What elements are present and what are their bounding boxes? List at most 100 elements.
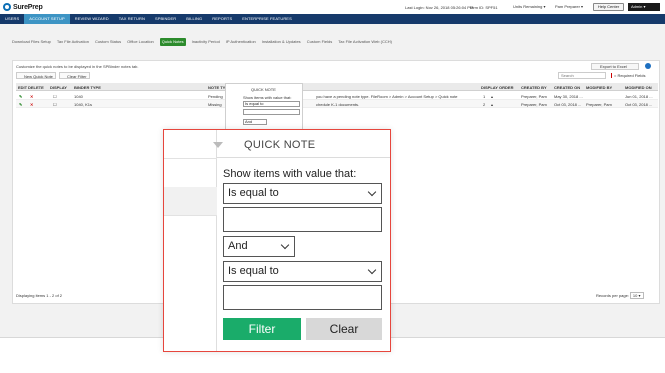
subtab-download-files-setup[interactable]: Download Files Setup [12, 38, 51, 46]
main-nav: USERS ACCOUNT SETUP REVIEW WIZARD TAX RETUR… [0, 14, 665, 24]
column-header[interactable]: MODIFIED ON [625, 85, 652, 90]
subtab-ip-authentication[interactable]: IP Authentication [226, 38, 256, 46]
filter-value-input-1[interactable] [223, 207, 382, 232]
created-by-cell: Preparer, Pam [521, 102, 547, 107]
column-header[interactable]: BINDER TYPE [74, 85, 101, 90]
units-remaining-dropdown[interactable]: Units Remaining ▾ [513, 4, 546, 9]
display-checkbox[interactable]: ☐ [53, 102, 57, 107]
column-header[interactable]: DISPLAY ORDER [481, 85, 513, 90]
subtab-inactivity-period[interactable]: Inactivity Period [192, 38, 220, 46]
filter-icon[interactable] [213, 142, 223, 148]
operator-2-value: Is equal to [228, 265, 279, 277]
table-row: ✎ ✕ ☐ 1040 Pending you have a pending note ty… [16, 92, 658, 100]
delete-icon[interactable]: ✕ [30, 94, 33, 99]
chevron-down-icon [280, 240, 290, 250]
clear-button[interactable]: Clear [306, 318, 382, 340]
table-row: ✎ ✕ ☐ 1040, K1s Missing chedule K-1 documents… [16, 100, 658, 108]
modified-on-cell: Oct 03, 2018 ... [625, 102, 653, 107]
records-per-page: Records per page: 10 ▾ [596, 292, 644, 299]
chevron-down-icon: ▾ [643, 4, 646, 9]
subtab-office-location[interactable]: Office Location [127, 38, 154, 46]
modified-on-cell: Jun 01, 2018 ... [625, 94, 653, 99]
sureprep-logo[interactable]: SurePrep [3, 3, 43, 11]
mini-logic-value: And [245, 119, 253, 124]
required-fields-note: = Required Fields [611, 73, 645, 78]
logo-text: SurePrep [13, 3, 43, 11]
filter-value-input-2[interactable] [223, 285, 382, 310]
divider [164, 158, 217, 159]
mini-logic-select[interactable]: And [243, 119, 267, 125]
logic-select[interactable]: And [223, 236, 295, 257]
zoomed-filter-popup: QUICK NOTE Show items with value that: I… [163, 129, 391, 352]
zoom-left-column [164, 130, 217, 351]
role-label: Pam Preparer [555, 4, 580, 9]
mini-operator-value: Is equal to [245, 101, 264, 106]
clear-filter-label: Clear Filter [67, 74, 87, 79]
help-center-button[interactable]: Help Center [593, 3, 624, 11]
export-label: Export to Excel [600, 64, 627, 69]
filter-button[interactable]: Filter [223, 318, 301, 340]
operator-1-value: Is equal to [228, 187, 279, 199]
new-quick-note-button[interactable]: New Quick Note [16, 72, 56, 79]
operator-select-2[interactable]: Is equal to [223, 261, 382, 282]
row-shade [164, 187, 217, 215]
display-order-cell: 2 [483, 102, 486, 107]
column-header[interactable]: EDIT [18, 85, 27, 90]
nav-item-users[interactable]: USERS [0, 14, 24, 24]
admin-dropdown[interactable]: Admin ▾ [628, 3, 660, 11]
nav-item-review-wizard[interactable]: REVIEW WIZARD [70, 14, 114, 24]
search-input[interactable]: Search [558, 72, 606, 79]
column-header[interactable]: CREATED BY [521, 85, 547, 90]
nav-item-spbinder[interactable]: SPBINDER [150, 14, 181, 24]
note-type-cell: Missing [208, 102, 222, 107]
order-marker: ▴ [491, 102, 494, 107]
subtab-custom-status[interactable]: Custom Status [95, 38, 121, 46]
records-per-page-label: Records per page: [596, 293, 629, 298]
info-icon[interactable] [645, 63, 651, 69]
account-setup-subtabs: Download Files Setup Tax File Activation C… [12, 38, 398, 46]
nav-item-enterprise-features[interactable]: ENTERPRISE FEATURES [237, 14, 297, 24]
subtab-quick-notes[interactable]: Quick Notes [159, 38, 186, 46]
display-order-cell: 1 [483, 94, 486, 99]
units-remaining-label: Units Remaining [513, 4, 543, 9]
edit-icon[interactable]: ✎ [19, 102, 22, 107]
column-header[interactable]: MODIFIED BY [586, 85, 612, 90]
subtab-tax-file-activation[interactable]: Tax File Activation [57, 38, 89, 46]
subtab-tax-file-activation-web-cch-[interactable]: Tax File Activation Web (CCH) [338, 38, 392, 46]
delete-icon[interactable]: ✕ [30, 102, 33, 107]
clear-filter-button[interactable]: Clear Filter [59, 72, 90, 79]
operator-select-1[interactable]: Is equal to [223, 183, 382, 204]
binder-type-cell: 1040 [74, 94, 83, 99]
note-type-cell: Pending [208, 94, 223, 99]
export-to-excel-button[interactable]: Export to Excel [591, 63, 639, 70]
mini-operator-select[interactable]: Is equal to [243, 101, 300, 107]
filter-label: Show items with value that: [223, 168, 357, 180]
note-text-cell: you have a pending note type. FileRoom >… [316, 94, 458, 99]
mini-value-input[interactable] [243, 109, 300, 115]
last-login-text: Last Login: Nov 26, 2018 05:26:04 PM [405, 5, 474, 10]
display-checkbox[interactable]: ☐ [53, 94, 57, 99]
edit-icon[interactable]: ✎ [19, 94, 22, 99]
column-header[interactable]: DELETE [28, 85, 44, 90]
quick-note-filter-popup: QUICK NOTE Show items with value that: I… [225, 83, 303, 130]
chevron-down-icon: ▾ [543, 4, 546, 9]
logo-mark-icon [3, 3, 11, 11]
nav-item-reports[interactable]: REPORTS [207, 14, 237, 24]
records-per-page-select[interactable]: 10 ▾ [629, 292, 644, 299]
records-per-page-value: 10 [632, 293, 638, 298]
chevron-down-icon [367, 265, 377, 275]
column-header[interactable]: DISPLAY [50, 85, 67, 90]
nav-item-account-setup[interactable]: ACCOUNT SETUP [24, 14, 70, 24]
nav-item-tax-return[interactable]: TAX RETURN [114, 14, 150, 24]
zoom-column-header: QUICK NOTE [213, 130, 390, 158]
subtab-installation-updates[interactable]: Installation & Updates [262, 38, 301, 46]
divider [164, 215, 217, 216]
column-header[interactable]: CREATED ON [554, 85, 580, 90]
logic-value: And [228, 240, 248, 252]
nav-item-billing[interactable]: BILLING [181, 14, 207, 24]
subtab-custom-fields[interactable]: Custom Fields [307, 38, 333, 46]
paging-info: Displaying items 1 - 2 of 2 [16, 293, 63, 298]
role-dropdown[interactable]: Pam Preparer ▾ [555, 4, 583, 9]
binder-type-cell: 1040, K1s [74, 102, 93, 107]
note-text-cell: chedule K-1 documents. [316, 102, 360, 107]
